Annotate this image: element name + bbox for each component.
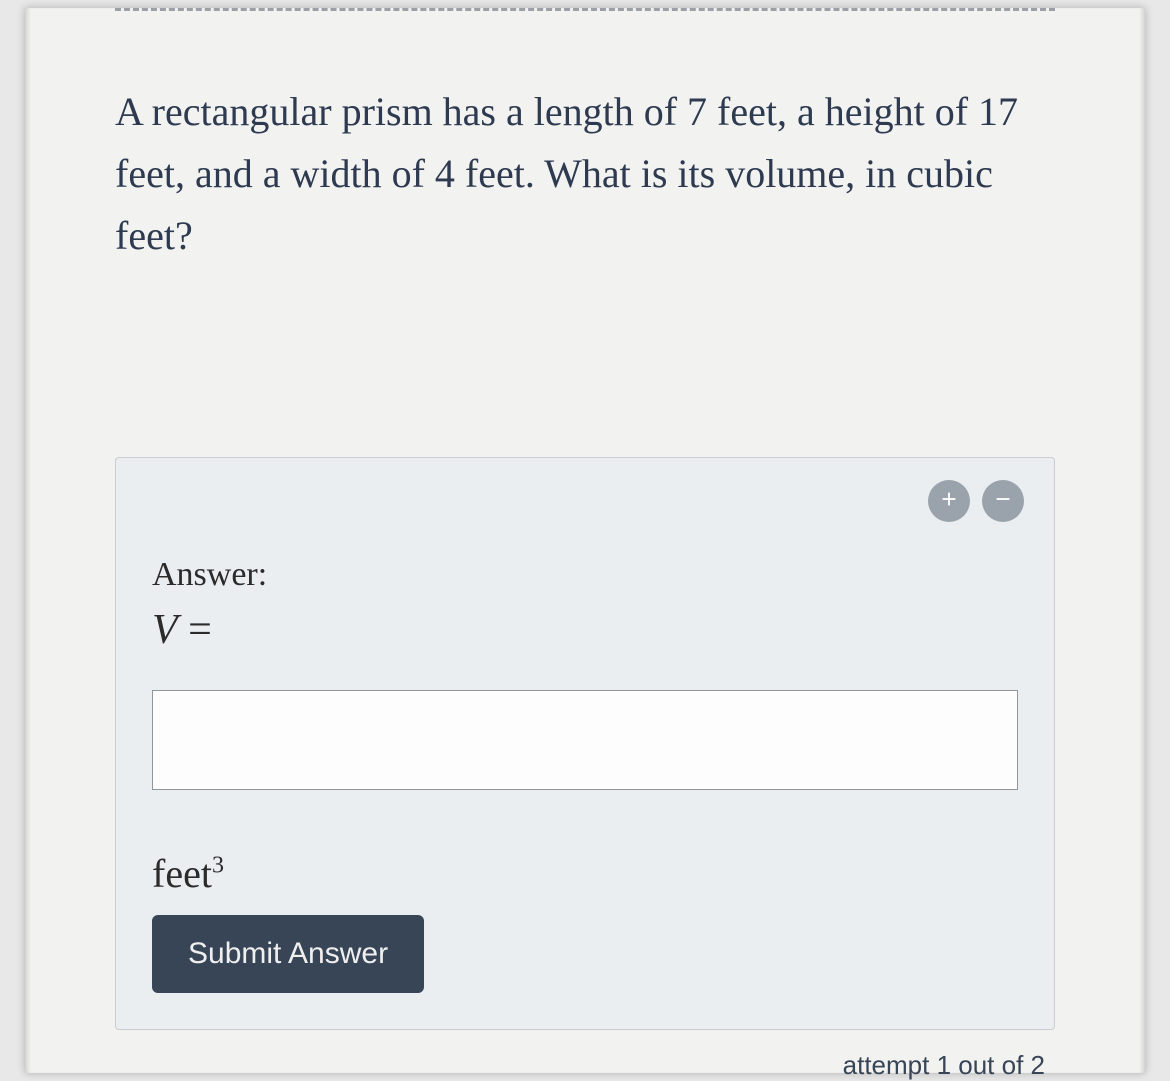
question-text: A rectangular prism has a length of 7 fe… [115, 81, 1055, 267]
zoom-controls [928, 480, 1024, 522]
plus-icon [938, 488, 960, 515]
answer-label: Answer: [152, 556, 1018, 594]
answer-input[interactable] [152, 690, 1018, 790]
zoom-in-button[interactable] [928, 480, 970, 522]
attempt-counter: attempt 1 out of 2 [843, 1050, 1045, 1081]
submit-button[interactable]: Submit Answer [152, 915, 424, 993]
minus-icon [992, 488, 1014, 515]
equation-display: V = [152, 606, 1018, 654]
units-base: feet [152, 851, 212, 896]
answer-panel: Answer: V = feet3 Submit Answer [115, 457, 1055, 1030]
divider [115, 8, 1055, 11]
equation-equals: = [188, 607, 212, 653]
units-label: feet3 [152, 850, 1018, 897]
equation-variable: V [152, 607, 178, 653]
units-exponent: 3 [212, 853, 224, 879]
page-card: A rectangular prism has a length of 7 fe… [25, 8, 1145, 1073]
zoom-out-button[interactable] [982, 480, 1024, 522]
